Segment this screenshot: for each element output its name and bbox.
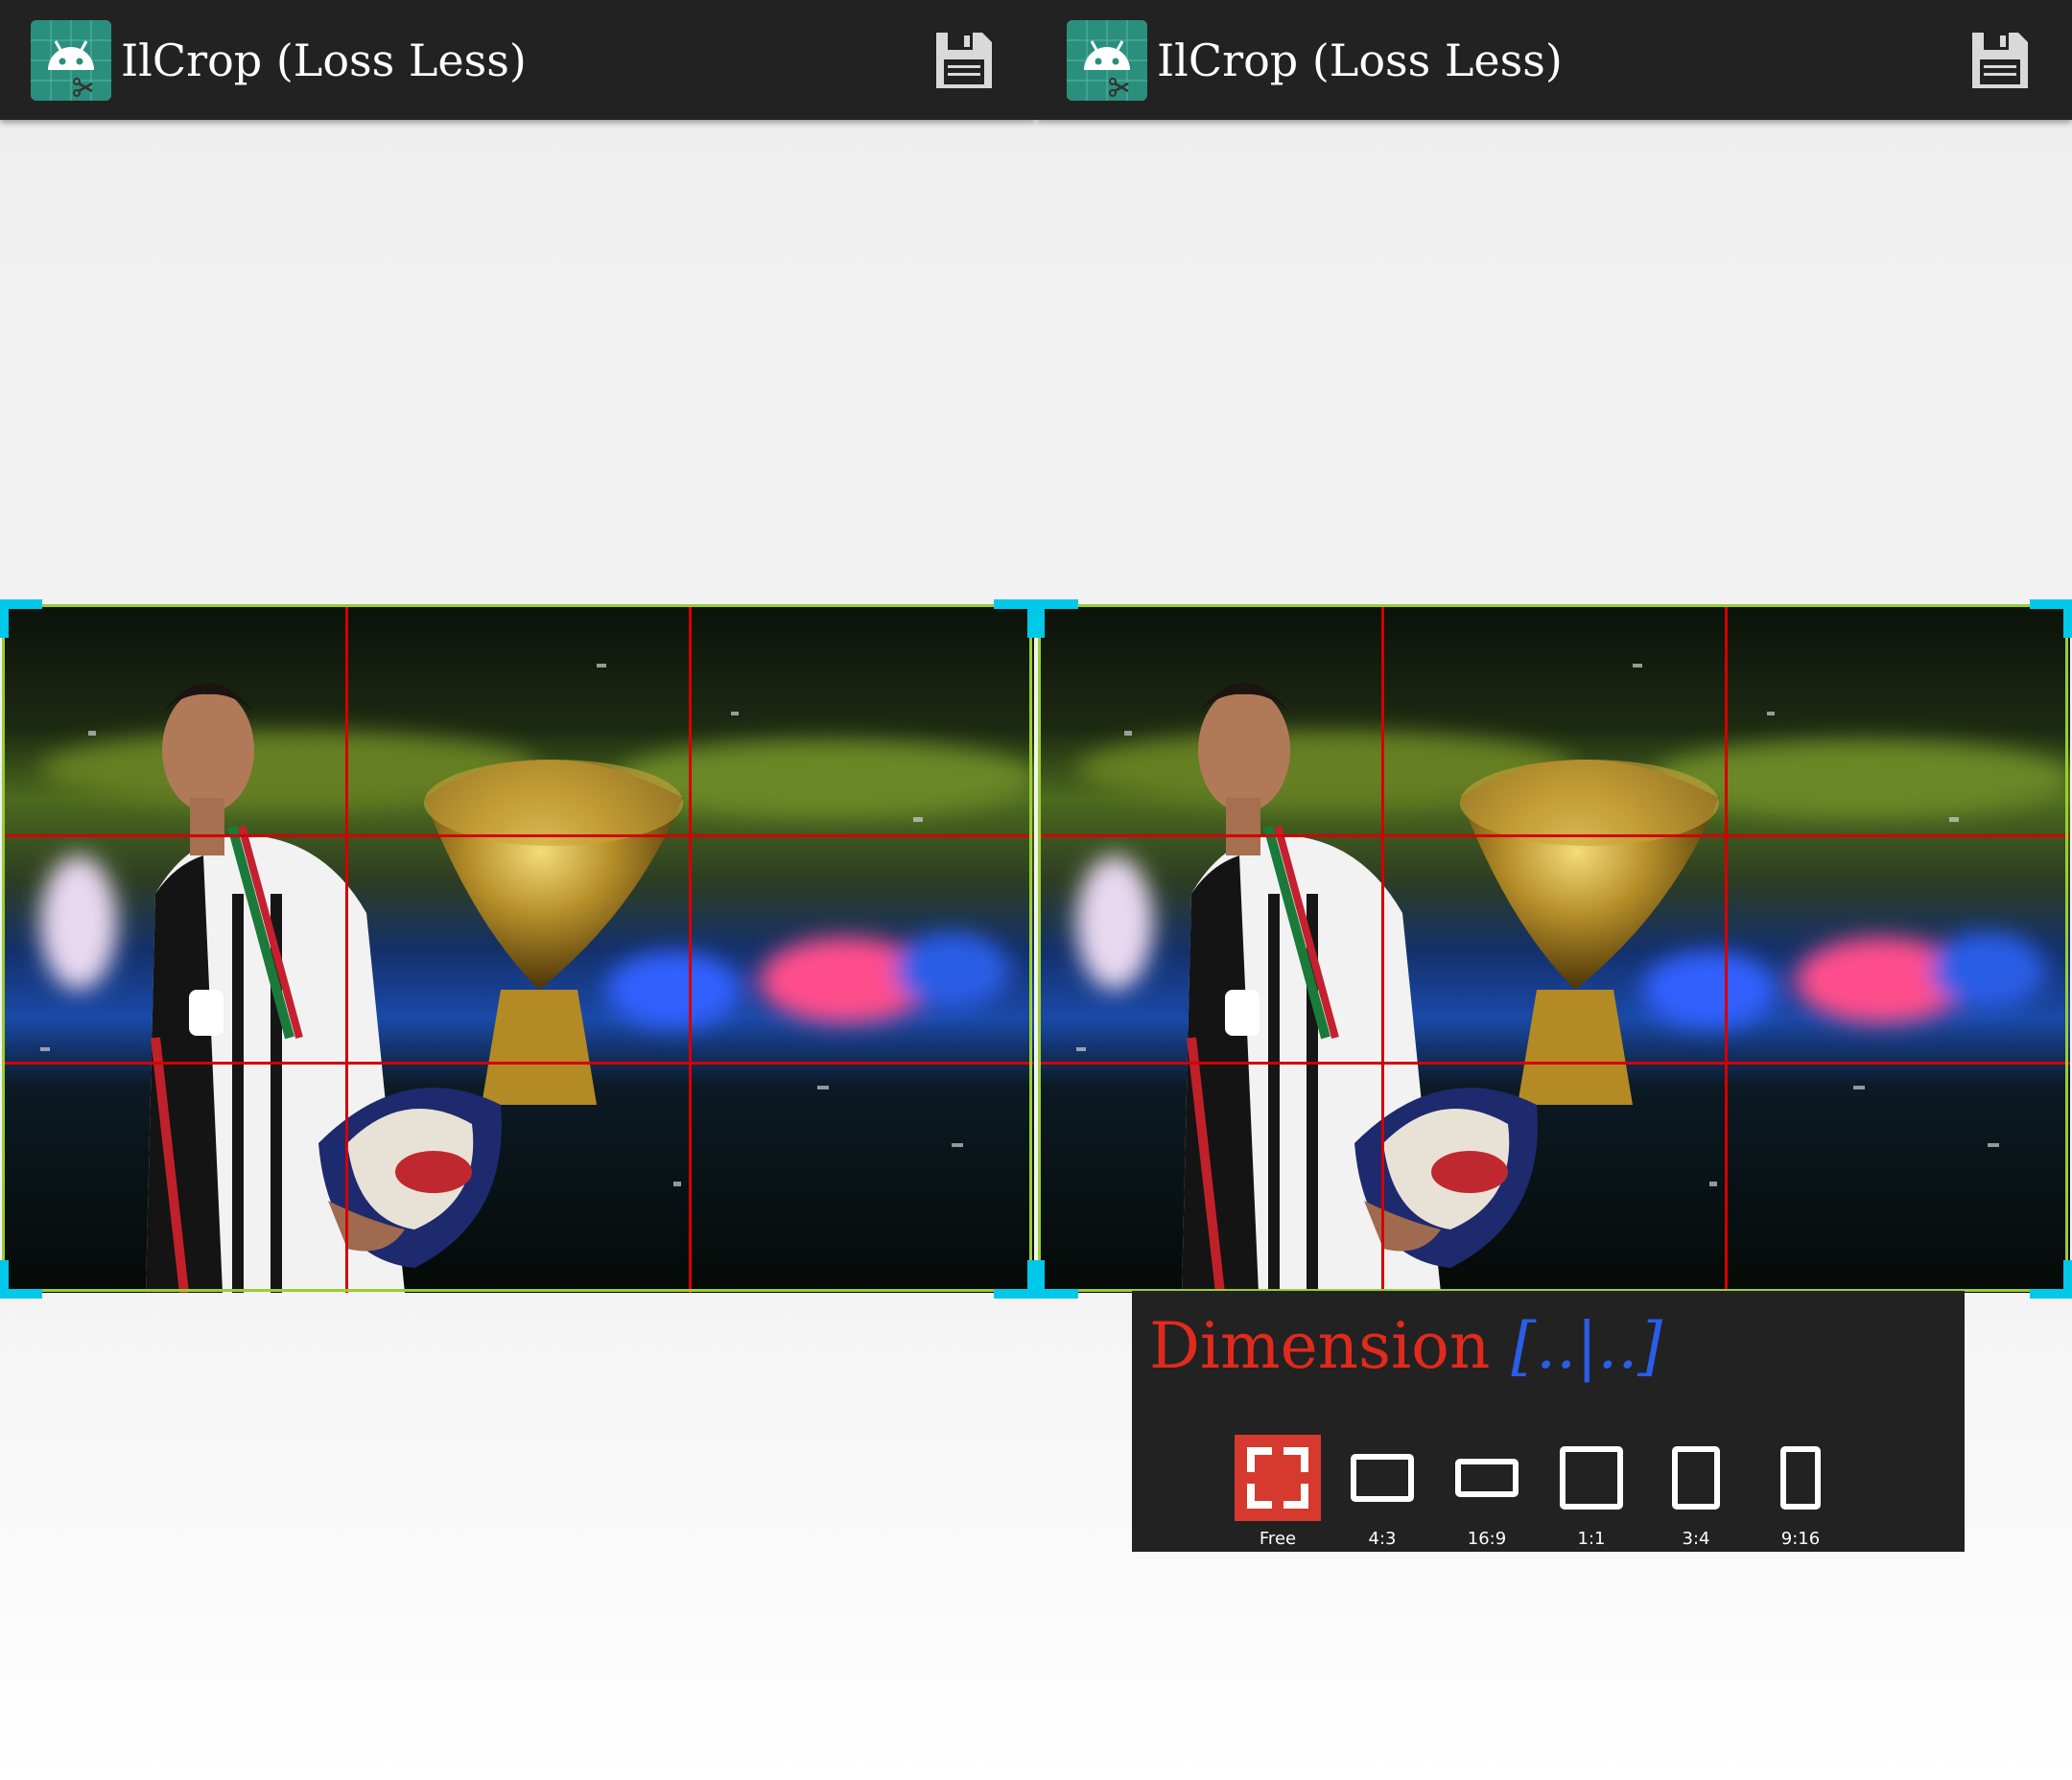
crop-handle-top-right-vertical[interactable]: [1027, 599, 1036, 638]
dimension-title: Dimension: [1149, 1309, 1491, 1383]
ratio-label: 16:9: [1467, 1529, 1507, 1549]
save-button[interactable]: [932, 29, 996, 92]
app-logo-icon: [1067, 20, 1147, 101]
save-button[interactable]: [1968, 29, 2032, 92]
ratio-3-4-button[interactable]: 3:4: [1653, 1435, 1739, 1552]
dimension-value: [..|..]: [1511, 1309, 1663, 1383]
grid-line-horizontal-1: [2, 834, 1034, 837]
grid-line-horizontal-2: [2, 1062, 1034, 1065]
app-title: IlCrop (Loss Less): [1157, 35, 1563, 86]
photo-preview: [2, 606, 1034, 1293]
grid-line-vertical-1: [345, 606, 348, 1293]
grid-line-vertical-2: [1725, 606, 1728, 1293]
dimension-label: Dimension [..|..]: [1149, 1308, 1662, 1385]
ratio-9-16-icon: [1757, 1435, 1844, 1521]
right-screen: IlCrop (Loss Less) Dimension [..|..] Fre…: [1036, 0, 2072, 1780]
free-crop-icon: [1235, 1435, 1321, 1521]
ratio-16-9-icon: [1444, 1435, 1530, 1521]
left-screen: IlCrop (Loss Less): [0, 0, 1036, 1780]
dimension-panel: Dimension [..|..] Free 4:3 16:9 1:1 3:4 …: [1132, 1291, 1965, 1552]
app-logo-icon: [31, 20, 111, 101]
grid-line-vertical-1: [1381, 606, 1384, 1293]
ratio-3-4-icon: [1653, 1435, 1739, 1521]
ratio-label: 3:4: [1682, 1529, 1710, 1549]
ratio-16-9-button[interactable]: 16:9: [1444, 1435, 1530, 1552]
app-toolbar: IlCrop (Loss Less): [0, 0, 1036, 120]
crop-handle-bottom-left-vertical[interactable]: [0, 1260, 9, 1299]
app-toolbar: IlCrop (Loss Less): [1036, 0, 2072, 120]
ratio-4-3-icon: [1339, 1435, 1425, 1521]
ratio-free-button[interactable]: Free: [1235, 1435, 1321, 1552]
photo-preview: [1038, 606, 2070, 1293]
ratio-4-3-button[interactable]: 4:3: [1339, 1435, 1425, 1552]
grid-line-vertical-2: [689, 606, 692, 1293]
floppy-disk-icon: [1972, 33, 2028, 88]
ratio-1-1-icon: [1548, 1435, 1635, 1521]
crop-handle-top-left-vertical[interactable]: [0, 599, 9, 638]
grid-line-horizontal-2: [1038, 1062, 2070, 1065]
ratio-1-1-button[interactable]: 1:1: [1548, 1435, 1635, 1552]
app-title: IlCrop (Loss Less): [121, 35, 527, 86]
crop-handle-bottom-right-vertical[interactable]: [1027, 1260, 1036, 1299]
crop-handle-bottom-left-vertical[interactable]: [1036, 1260, 1045, 1299]
grid-line-horizontal-1: [1038, 834, 2070, 837]
crop-area[interactable]: [1036, 599, 2072, 1299]
ratio-label: Free: [1259, 1529, 1297, 1549]
ratio-9-16-button[interactable]: 9:16: [1757, 1435, 1844, 1552]
crop-handle-bottom-right-vertical[interactable]: [2063, 1260, 2072, 1299]
floppy-disk-icon: [936, 33, 992, 88]
ratio-label: 9:16: [1780, 1529, 1821, 1549]
ratio-label: 1:1: [1577, 1529, 1606, 1549]
ratio-label: 4:3: [1368, 1529, 1397, 1549]
crop-handle-top-left-vertical[interactable]: [1036, 599, 1045, 638]
crop-handle-top-right-vertical[interactable]: [2063, 599, 2072, 638]
crop-area[interactable]: [0, 599, 1036, 1299]
